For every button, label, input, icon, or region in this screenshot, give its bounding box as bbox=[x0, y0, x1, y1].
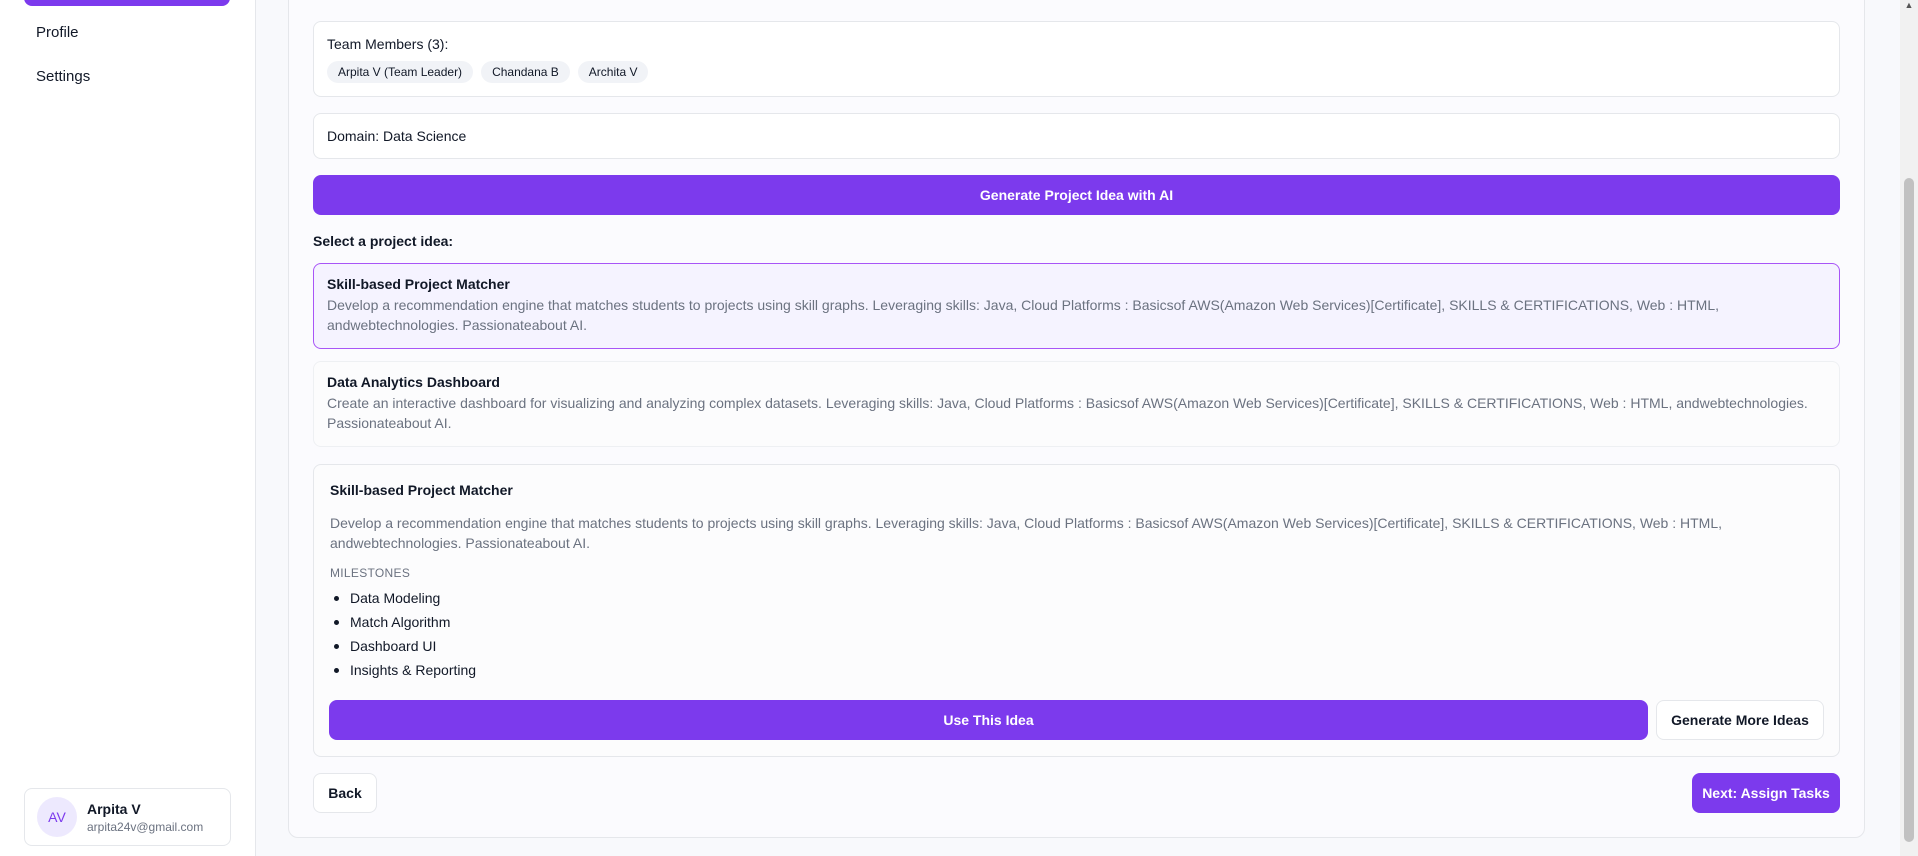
milestones-label: MILESTONES bbox=[330, 566, 411, 580]
back-button[interactable]: Back bbox=[313, 773, 377, 813]
idea-option-analytics-dashboard[interactable]: Data Analytics Dashboard Create an inter… bbox=[313, 361, 1840, 447]
next-assign-tasks-button[interactable]: Next: Assign Tasks bbox=[1692, 773, 1840, 813]
milestone-item: Data Modeling bbox=[330, 586, 476, 610]
idea-title: Skill-based Project Matcher bbox=[327, 276, 510, 292]
team-member-chip: Archita V bbox=[577, 61, 649, 83]
user-email: arpita24v@gmail.com bbox=[87, 819, 204, 834]
user-card[interactable]: AV Arpita V arpita24v@gmail.com bbox=[24, 788, 231, 846]
sidebar-item-profile[interactable]: Profile bbox=[36, 24, 79, 41]
team-members-list: Arpita V (Team Leader) Chandana B Archita … bbox=[327, 61, 1826, 83]
idea-description: Develop a recommendation engine that mat… bbox=[327, 297, 1720, 333]
milestone-item: Dashboard UI bbox=[330, 634, 476, 658]
generate-idea-button[interactable]: Generate Project Idea with AI bbox=[313, 175, 1840, 215]
milestone-list: Data Modeling Match Algorithm Dashboard … bbox=[330, 586, 476, 682]
domain-label: Domain: Data Science bbox=[327, 128, 467, 144]
scroll-up-arrow-icon[interactable]: ▲ bbox=[1903, 0, 1915, 10]
detail-title: Skill-based Project Matcher bbox=[330, 482, 513, 498]
team-member-chip: Arpita V (Team Leader) bbox=[327, 61, 474, 83]
scrollbar-thumb[interactable] bbox=[1904, 178, 1914, 842]
sidebar-active-item[interactable] bbox=[24, 0, 230, 6]
idea-description: Create an interactive dashboard for visu… bbox=[327, 395, 1808, 431]
sidebar-item-settings[interactable]: Settings bbox=[36, 68, 90, 85]
team-member-chip: Chandana B bbox=[481, 61, 570, 83]
select-idea-label: Select a project idea: bbox=[313, 233, 454, 249]
idea-title: Data Analytics Dashboard bbox=[327, 374, 500, 390]
generate-more-ideas-button[interactable]: Generate More Ideas bbox=[1656, 700, 1824, 740]
milestone-item: Insights & Reporting bbox=[330, 658, 476, 682]
team-members-heading: Team Members (3): bbox=[327, 36, 449, 52]
detail-description: Develop a recommendation engine that mat… bbox=[330, 515, 1723, 551]
domain-panel: Domain: Data Science bbox=[313, 113, 1840, 159]
user-name: Arpita V bbox=[87, 800, 141, 817]
idea-option-skill-matcher[interactable]: Skill-based Project Matcher Develop a re… bbox=[313, 263, 1840, 349]
avatar: AV bbox=[37, 797, 77, 837]
team-members-panel: Team Members (3): Arpita V (Team Leader)… bbox=[313, 21, 1840, 97]
user-info: Arpita V arpita24v@gmail.com bbox=[87, 801, 203, 834]
sidebar: Profile Settings AV Arpita V arpita24v@g… bbox=[0, 0, 256, 856]
use-idea-button[interactable]: Use This Idea bbox=[329, 700, 1648, 740]
milestone-item: Match Algorithm bbox=[330, 610, 476, 634]
